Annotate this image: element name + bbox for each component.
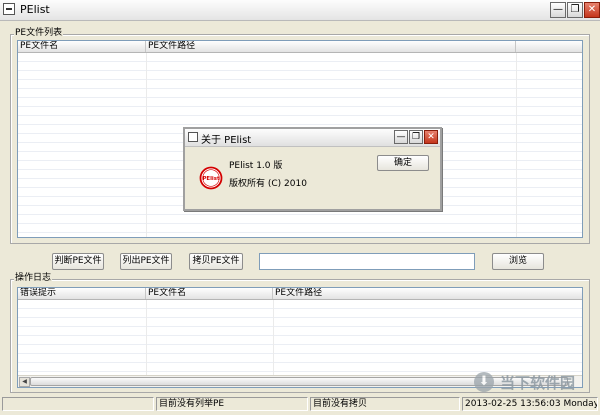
log-group-label: 操作日志	[14, 272, 53, 284]
file-list-group-label: PE文件列表	[14, 27, 64, 39]
column-divider	[146, 53, 147, 237]
about-ok-button[interactable]: 确定	[377, 155, 429, 171]
copy-pe-button[interactable]: 拷贝PE文件	[189, 253, 243, 270]
column-divider	[273, 300, 274, 375]
about-dialog: 关于 PElist — ❐ ✕ PElist PElist 1.0 版 版权所有…	[183, 127, 442, 211]
pelist-logo: PElist	[199, 166, 223, 190]
file-list-header: PE文件名 PE文件路径	[18, 41, 582, 53]
watermark: ⬇ 当下软件园	[470, 370, 598, 396]
status-bar: 目前没有列举PE 目前没有拷贝 2013-02-25 13:56:03 Mond…	[0, 395, 600, 415]
status-panel-datetime: 2013-02-25 13:56:03 Monday	[462, 397, 598, 411]
column-divider	[146, 300, 147, 375]
system-menu-icon[interactable]	[3, 3, 15, 15]
column-divider	[516, 53, 517, 237]
log-list-rows[interactable]	[18, 300, 582, 375]
status-panel-1	[2, 397, 154, 411]
path-input[interactable]	[259, 253, 475, 270]
column-header-empty	[516, 41, 582, 52]
column-header-filepath[interactable]: PE文件路径	[273, 288, 582, 299]
list-pe-button[interactable]: 列出PE文件	[120, 253, 172, 270]
watermark-text: 当下软件园	[500, 374, 576, 392]
dialog-minimize-button[interactable]: —	[394, 130, 408, 144]
window-title: PElist	[20, 3, 50, 16]
about-dialog-titlebar[interactable]: 关于 PElist — ❐ ✕	[185, 129, 440, 147]
log-list-header: 错误提示 PE文件名 PE文件路径	[18, 288, 582, 300]
pelist-logo-text: PElist	[202, 176, 220, 182]
close-button[interactable]: ✕	[584, 2, 600, 18]
scroll-left-icon[interactable]: ◀	[19, 377, 30, 387]
status-panel-enum: 目前没有列举PE	[156, 397, 308, 411]
column-header-error[interactable]: 错误提示	[18, 288, 146, 299]
about-dialog-title: 关于 PElist	[201, 135, 252, 146]
about-version-text: PElist 1.0 版	[229, 161, 283, 171]
column-header-filename[interactable]: PE文件名	[146, 288, 273, 299]
system-menu-icon[interactable]	[188, 132, 198, 142]
restore-button[interactable]: ❐	[567, 2, 583, 18]
column-header-filename[interactable]: PE文件名	[18, 41, 146, 52]
window-titlebar[interactable]: PElist — ❐ ✕	[0, 0, 600, 21]
column-header-filepath[interactable]: PE文件路径	[146, 41, 516, 52]
dialog-close-button[interactable]: ✕	[424, 130, 438, 144]
about-copyright-text: 版权所有 (C) 2010	[229, 179, 307, 189]
pelist-logo-icon: PElist	[199, 166, 223, 190]
status-panel-copy: 目前没有拷贝	[310, 397, 460, 411]
browse-button[interactable]: 浏览	[492, 253, 544, 270]
minimize-button[interactable]: —	[550, 2, 566, 18]
dialog-restore-button[interactable]: ❐	[409, 130, 423, 144]
judge-pe-button[interactable]: 判断PE文件	[52, 253, 104, 270]
download-icon: ⬇	[474, 372, 494, 392]
